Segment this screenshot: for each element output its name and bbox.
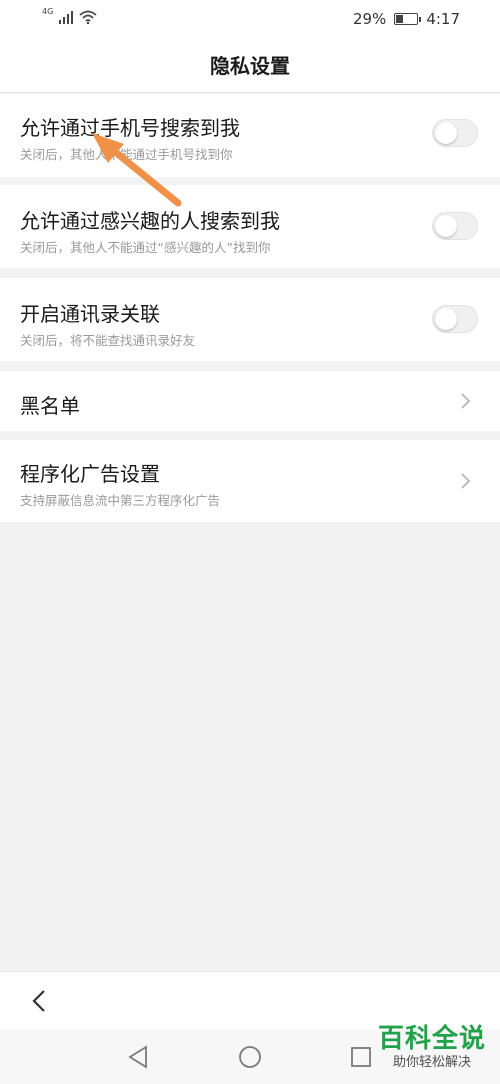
setting-row-blacklist[interactable]: 黑名单 — [0, 371, 500, 431]
chevron-right-icon — [461, 393, 471, 409]
battery-level — [396, 15, 403, 23]
bottom-toolbar — [0, 971, 500, 1029]
setting-title: 允许通过感兴趣的人搜索到我 — [20, 209, 280, 233]
back-arrow-icon[interactable] — [30, 988, 48, 1014]
signal-icon — [59, 11, 74, 24]
watermark-logo: 百科全说 助你轻松解决 — [378, 1024, 486, 1072]
clock: 4:17 — [426, 10, 460, 28]
contacts-link-toggle[interactable] — [432, 305, 478, 333]
battery-icon — [394, 13, 422, 25]
setting-subtitle: 支持屏蔽信息流中第三方程序化广告 — [20, 493, 221, 508]
network-type: 4G — [42, 6, 54, 16]
setting-row-contacts-link[interactable]: 开启通讯录关联 关闭后，将不能查找通讯录好友 — [0, 278, 500, 361]
toggle-knob — [435, 122, 457, 144]
watermark-title: 百科全说 — [377, 1024, 486, 1054]
circle-home-icon[interactable] — [238, 1045, 262, 1069]
setting-title: 程序化广告设置 — [20, 462, 160, 486]
toggle-knob — [435, 308, 457, 330]
toggle-knob — [435, 215, 457, 237]
setting-row-phone-search[interactable]: 允许通过手机号搜索到我 关闭后，其他人不能通过手机号找到你 — [0, 94, 500, 177]
phone-search-toggle[interactable] — [432, 119, 478, 147]
setting-subtitle: 关闭后，将不能查找通讯录好友 — [20, 333, 196, 348]
setting-title: 黑名单 — [20, 394, 80, 418]
setting-subtitle: 关闭后，其他人不能通过“感兴趣的人”找到你 — [20, 240, 271, 255]
square-recent-icon[interactable] — [350, 1046, 372, 1068]
wifi-icon — [79, 10, 97, 24]
setting-subtitle: 关闭后，其他人不能通过手机号找到你 — [20, 147, 233, 162]
setting-row-interest-search[interactable]: 允许通过感兴趣的人搜索到我 关闭后，其他人不能通过“感兴趣的人”找到你 — [0, 185, 500, 268]
interest-search-toggle[interactable] — [432, 212, 478, 240]
setting-row-ad-settings[interactable]: 程序化广告设置 支持屏蔽信息流中第三方程序化广告 — [0, 440, 500, 522]
status-left: 4G — [42, 6, 97, 24]
setting-title: 开启通讯录关联 — [20, 302, 160, 326]
page-title: 隐私设置 — [0, 40, 500, 93]
battery-percent: 29% — [352, 10, 387, 28]
setting-title: 允许通过手机号搜索到我 — [20, 116, 240, 140]
status-bar: 4G 29% 4:17 — [0, 0, 500, 40]
watermark-subtitle: 助你轻松解决 — [392, 1055, 471, 1070]
triangle-back-icon[interactable] — [127, 1045, 149, 1069]
status-right: 29% 4:17 — [353, 10, 460, 28]
chevron-right-icon — [461, 473, 471, 489]
